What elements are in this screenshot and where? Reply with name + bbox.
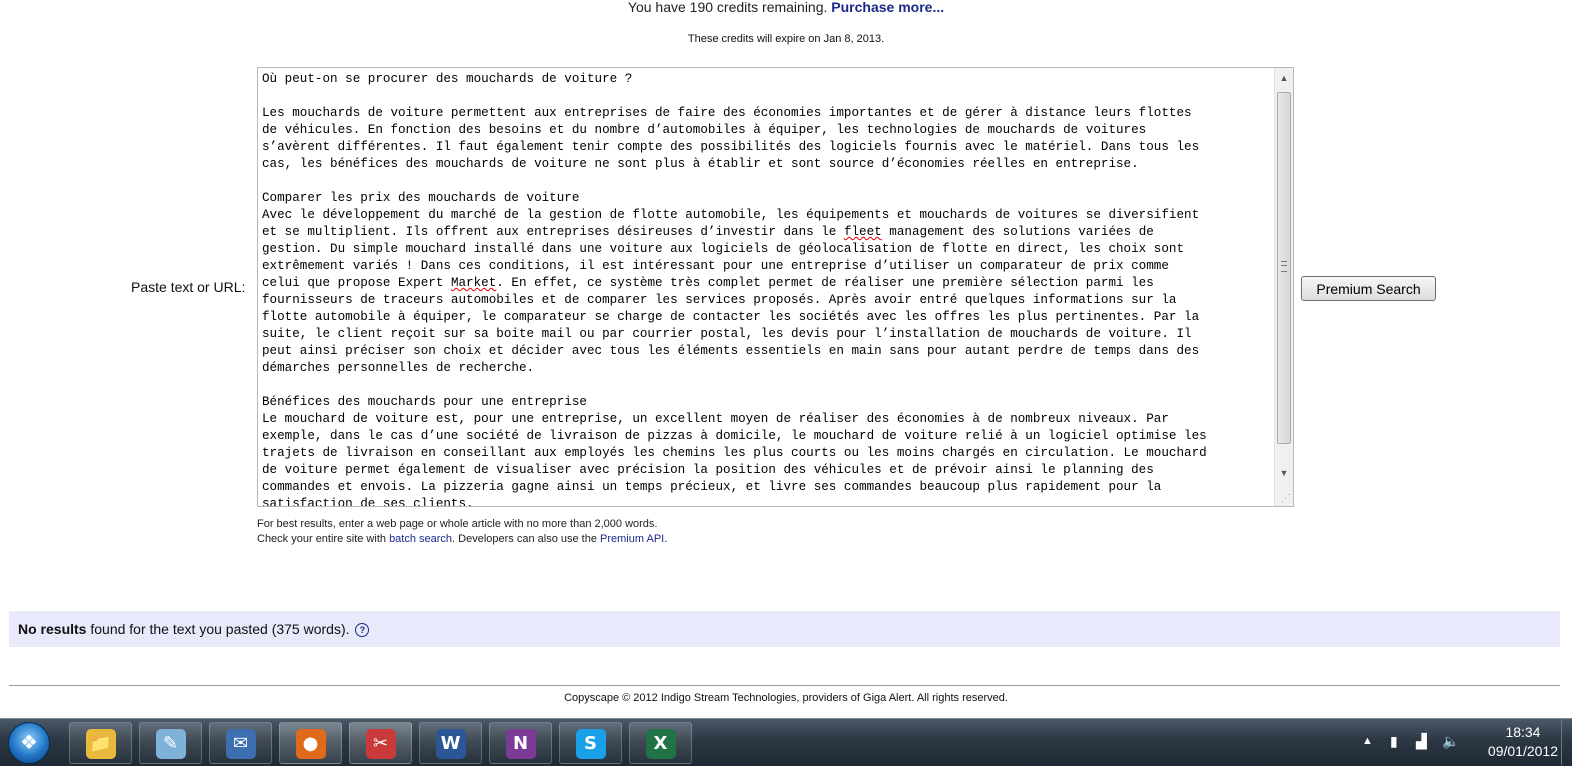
textarea-line: et se multiplient. Ils offrent aux entre… xyxy=(262,225,1154,239)
textarea-line: de véhicules. En fonction des besoins et… xyxy=(262,123,1147,137)
purchase-more-link[interactable]: Purchase more... xyxy=(831,0,944,15)
results-message: found for the text you pasted (375 words… xyxy=(86,621,350,637)
volume-icon[interactable]: 🔈 xyxy=(1442,733,1459,750)
credits-expiry: These credits will expire on Jan 8, 2013… xyxy=(687,33,885,45)
footer-divider xyxy=(9,685,1560,686)
hint-text: Check your entire site with xyxy=(257,533,390,545)
textarea-line: Bénéfices des mouchards pour une entrepr… xyxy=(262,395,587,409)
hint-line-1: For best results, enter a web page or wh… xyxy=(257,518,658,530)
windows-taskbar: ❖ 📁 ✎ ✉ ● ✂ W N S X ▲ ▮ ▟ 🔈 18:34 09/01/2012 xyxy=(0,718,1572,766)
textarea-content[interactable]: Où peut-on se procurer des mouchards de … xyxy=(262,71,1273,507)
hint-line-2: Check your entire site with batch search… xyxy=(257,532,667,547)
no-results-label: No results xyxy=(18,621,87,637)
notepad-icon: ✎ xyxy=(155,729,186,759)
credits-line: You have 190 credits remaining. Purchase… xyxy=(0,0,1572,15)
windows-explorer-icon: 📁 xyxy=(85,729,116,759)
textarea-line: commandes et envois. La pizzeria gagne a… xyxy=(262,480,1162,494)
taskbar-skype-button[interactable]: S xyxy=(559,722,622,764)
help-icon[interactable]: ? xyxy=(355,623,370,638)
clock[interactable]: 18:34 09/01/2012 xyxy=(1488,723,1558,761)
taskbar-notepad-button[interactable]: ✎ xyxy=(139,722,202,764)
taskbar-onenote-button[interactable]: N xyxy=(489,722,552,764)
textarea-line: suite, le client reçoit sur sa boite mai… xyxy=(262,327,1192,341)
show-desktop-button[interactable] xyxy=(1561,719,1572,765)
power-icon[interactable]: ▮ xyxy=(1390,733,1398,750)
windows-logo-icon: ❖ xyxy=(20,732,38,754)
textarea-line: démarches personnelles de recherche. xyxy=(262,361,535,375)
thunderbird-icon: ✉ xyxy=(225,729,256,759)
results-banner: No results found for the text you pasted… xyxy=(9,611,1560,647)
skype-icon: S xyxy=(575,729,606,759)
textarea-line: s’avèrent différentes. Il faut également… xyxy=(262,140,1200,154)
system-tray: ▲ ▮ ▟ 🔈 18:34 09/01/2012 xyxy=(1342,719,1572,765)
clock-date: 09/01/2012 xyxy=(1487,743,1558,759)
textarea-line: Avec le développement du marché de la ge… xyxy=(262,208,1200,222)
start-button[interactable]: ❖ xyxy=(8,722,50,764)
textarea-line: peut ainsi préciser son choix et décider… xyxy=(262,344,1200,358)
credits-text: You have 190 credits remaining. xyxy=(627,0,828,15)
paste-text-label: Paste text or URL: xyxy=(131,279,246,295)
textarea-line: celui que propose Expert Market. En effe… xyxy=(262,276,1154,290)
textarea-scrollbar[interactable]: ▲ ▼ xyxy=(1274,68,1293,506)
resize-handle-icon[interactable]: ⋰ xyxy=(1281,493,1291,504)
textarea-line: flotte automobile à équiper, le comparat… xyxy=(262,310,1200,324)
textarea-line: Les mouchards de voiture permettent aux … xyxy=(262,106,1192,120)
textarea-line: gestion. Du simple mouchard installé dan… xyxy=(262,242,1185,256)
taskbar-excel-button[interactable]: X xyxy=(629,722,692,764)
textarea-line: trajets de livraison en conseillant aux … xyxy=(262,446,1207,460)
clock-time: 18:34 xyxy=(1505,724,1541,740)
taskbar-thunderbird-button[interactable]: ✉ xyxy=(209,722,272,764)
scroll-thumb[interactable] xyxy=(1277,92,1291,444)
onenote-icon: N xyxy=(505,729,536,759)
hint-text: . xyxy=(664,533,668,545)
textarea-line: cas, les bénéfices des mouchards de voit… xyxy=(262,157,1139,171)
textarea-line: Comparer les prix des mouchards de voitu… xyxy=(262,191,580,205)
word-icon: W xyxy=(435,729,466,759)
excel-icon: X xyxy=(645,729,676,759)
scroll-down-arrow-icon[interactable]: ▼ xyxy=(1275,465,1293,482)
search-hint: For best results, enter a web page or wh… xyxy=(257,517,667,547)
network-icon[interactable]: ▟ xyxy=(1416,733,1427,750)
scroll-grip-icon xyxy=(1281,261,1287,272)
taskbar-word-button[interactable]: W xyxy=(419,722,482,764)
show-hidden-icons-icon[interactable]: ▲ xyxy=(1362,735,1373,747)
taskbar-windows-explorer-button[interactable]: 📁 xyxy=(69,722,132,764)
textarea-line: satisfaction de ses clients. xyxy=(262,497,474,507)
premium-api-link[interactable]: Premium API xyxy=(600,533,664,545)
hint-text: . Developers can also use the xyxy=(452,533,601,545)
textarea-line: Le mouchard de voiture est, pour une ent… xyxy=(262,412,1169,426)
copyright-footer: Copyscape © 2012 Indigo Stream Technolog… xyxy=(564,692,1008,704)
textarea-line: exemple, dans le cas d’une société de li… xyxy=(262,429,1207,443)
taskbar-snipping-tool-button[interactable]: ✂ xyxy=(349,722,412,764)
snipping-tool-icon: ✂ xyxy=(365,729,396,759)
firefox-icon: ● xyxy=(295,729,326,759)
scroll-up-arrow-icon[interactable]: ▲ xyxy=(1275,70,1293,87)
textarea-line: fournisseurs de traceurs automobiles et … xyxy=(262,293,1177,307)
premium-search-button[interactable]: Premium Search xyxy=(1301,276,1436,301)
paste-textarea[interactable]: Où peut-on se procurer des mouchards de … xyxy=(257,67,1294,507)
taskbar-firefox-button[interactable]: ● xyxy=(279,722,342,764)
batch-search-link[interactable]: batch search xyxy=(389,533,452,545)
textarea-line: de voiture permet également de visualise… xyxy=(262,463,1154,477)
textarea-line: extrêmement variés ! Dans ces conditions… xyxy=(262,259,1169,273)
textarea-line: Où peut-on se procurer des mouchards de … xyxy=(262,72,633,86)
